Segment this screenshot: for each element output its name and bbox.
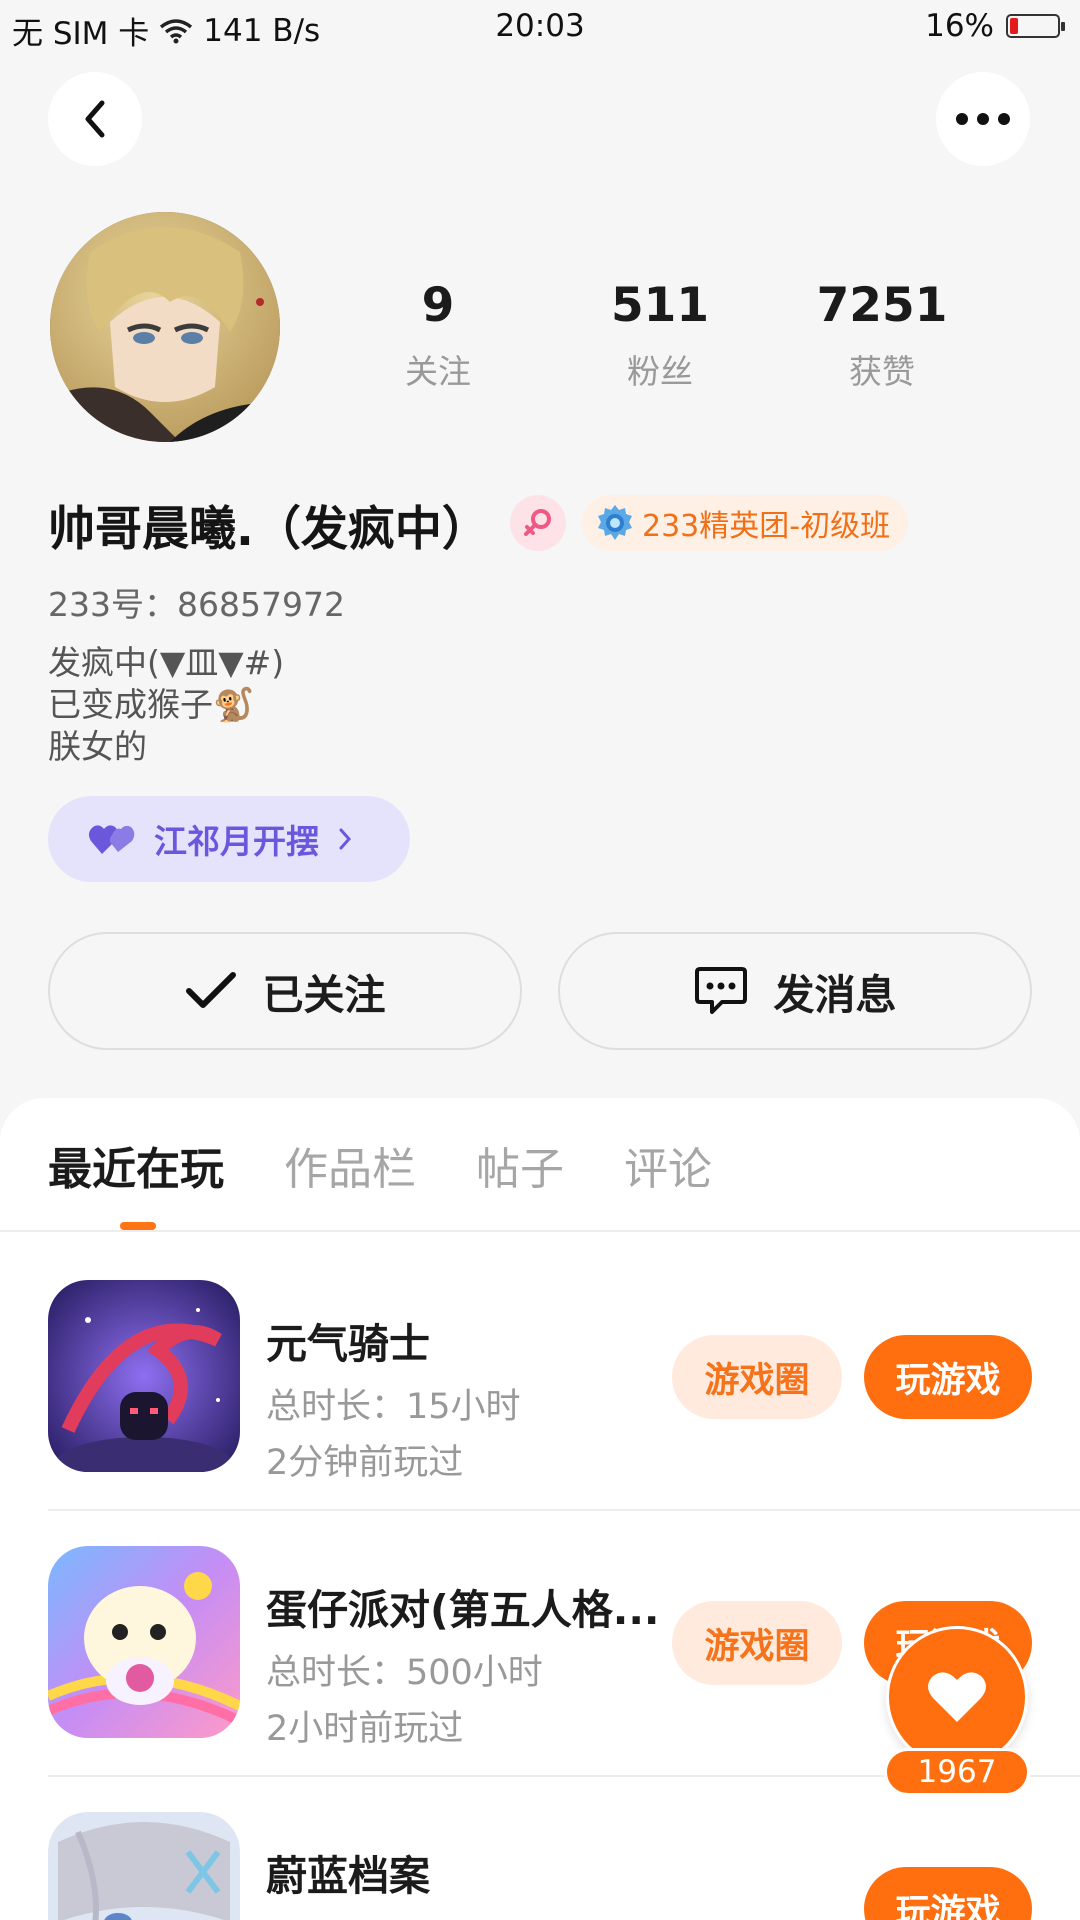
message-button[interactable]: 发消息 xyxy=(558,932,1032,1050)
active-tab-indicator xyxy=(120,1222,156,1230)
like-count: 1967 xyxy=(884,1748,1030,1796)
medal-icon xyxy=(598,505,632,540)
game-duration: 总时长：15小时 xyxy=(266,1387,521,1427)
status-bar: 无 SIM 卡 141 B/s 20:03 16% xyxy=(0,0,1080,56)
heart-icon xyxy=(928,1672,986,1722)
divider xyxy=(48,1509,1080,1511)
back-button[interactable] xyxy=(48,72,142,166)
bio-line: 已变成猴子🐒 xyxy=(48,685,255,724)
message-label: 发消息 xyxy=(773,971,897,1019)
game-title: 蔚蓝档案 xyxy=(266,1852,430,1900)
double-heart-icon xyxy=(88,825,135,854)
avatar[interactable] xyxy=(50,212,280,442)
bio-line: 朕女的 xyxy=(48,727,147,766)
follow-label: 已关注 xyxy=(262,971,386,1019)
game-title: 蛋仔派对(第五人格... xyxy=(266,1586,660,1634)
stat-value: 9 xyxy=(421,278,455,333)
tab-bar: 最近在玩 作品栏 帖子 评论 xyxy=(48,1133,712,1197)
game-icon-blue-archive[interactable] xyxy=(48,1812,240,1920)
stat-followers[interactable]: 511 粉丝 xyxy=(560,282,760,393)
game-last-played: 2分钟前玩过 xyxy=(266,1443,464,1483)
battery-percent: 16% xyxy=(925,8,994,44)
game-circle-button[interactable]: 游戏圈 xyxy=(672,1601,842,1685)
game-last-played: 2小时前玩过 xyxy=(266,1709,464,1749)
stat-label: 粉丝 xyxy=(627,352,693,391)
play-game-button[interactable]: 玩游戏 xyxy=(864,1867,1032,1920)
checkmark-icon xyxy=(185,972,236,1008)
more-dots-icon xyxy=(956,113,1010,125)
stat-likes[interactable]: 7251 获赞 xyxy=(782,282,982,393)
stat-label: 关注 xyxy=(405,352,471,391)
tab-comments[interactable]: 评论 xyxy=(624,1133,712,1197)
divider xyxy=(0,1230,1080,1232)
cp-tag-label: 江祁月开摆 xyxy=(154,822,319,861)
chat-bubble-icon xyxy=(694,967,747,1014)
game-row[interactable]: 蔚蓝档案 总时长：2分钟 玩游戏 xyxy=(48,1812,1080,1920)
status-right: 16% xyxy=(925,8,1065,44)
game-duration: 总时长：500小时 xyxy=(266,1653,543,1693)
cp-tag-chip[interactable]: 江祁月开摆 xyxy=(48,796,410,882)
tab-posts[interactable]: 帖子 xyxy=(476,1133,564,1197)
stat-value: 7251 xyxy=(816,278,948,333)
user-id: 233号：86857972 xyxy=(48,585,345,624)
play-game-button[interactable]: 玩游戏 xyxy=(864,1335,1032,1419)
game-icon-eggy-party[interactable] xyxy=(48,1546,240,1738)
game-icon-image xyxy=(48,1812,240,1920)
honor-badge[interactable]: 233精英团-初级班 xyxy=(582,495,909,551)
game-icon-soul-knight[interactable] xyxy=(48,1280,240,1472)
status-time: 20:03 xyxy=(495,8,585,44)
battery-icon xyxy=(1006,14,1065,38)
game-circle-button[interactable]: 游戏圈 xyxy=(672,1335,842,1419)
game-icon-image xyxy=(48,1546,240,1738)
chevron-right-icon xyxy=(339,828,352,850)
stat-value: 511 xyxy=(610,278,710,333)
tab-recently-played[interactable]: 最近在玩 xyxy=(48,1133,224,1197)
game-row[interactable]: 元气骑士 总时长：15小时 2分钟前玩过 游戏圈 玩游戏 xyxy=(48,1280,1080,1483)
follow-button[interactable]: 已关注 xyxy=(48,932,522,1050)
more-button[interactable] xyxy=(936,72,1030,166)
profile-name: 帅哥晨曦.（发疯中） xyxy=(48,502,489,557)
game-title: 元气骑士 xyxy=(266,1320,430,1368)
chevron-left-icon xyxy=(85,100,105,138)
honor-badge-label: 233精英团-初级班 xyxy=(642,509,891,544)
like-button[interactable] xyxy=(886,1626,1028,1768)
tab-works[interactable]: 作品栏 xyxy=(284,1133,416,1197)
avatar-image xyxy=(50,212,280,442)
bio-line: 发疯中(▼皿▼#) xyxy=(48,643,285,682)
stat-following[interactable]: 9 关注 xyxy=(338,282,538,393)
game-duration: 总时长：2分钟 xyxy=(266,1910,498,1920)
stat-label: 获赞 xyxy=(849,352,915,391)
gender-badge xyxy=(510,495,566,551)
game-icon-image xyxy=(48,1280,240,1472)
female-icon xyxy=(524,509,551,536)
bio: 发疯中(▼皿▼#) 已变成猴子🐒 朕女的 xyxy=(48,642,284,768)
